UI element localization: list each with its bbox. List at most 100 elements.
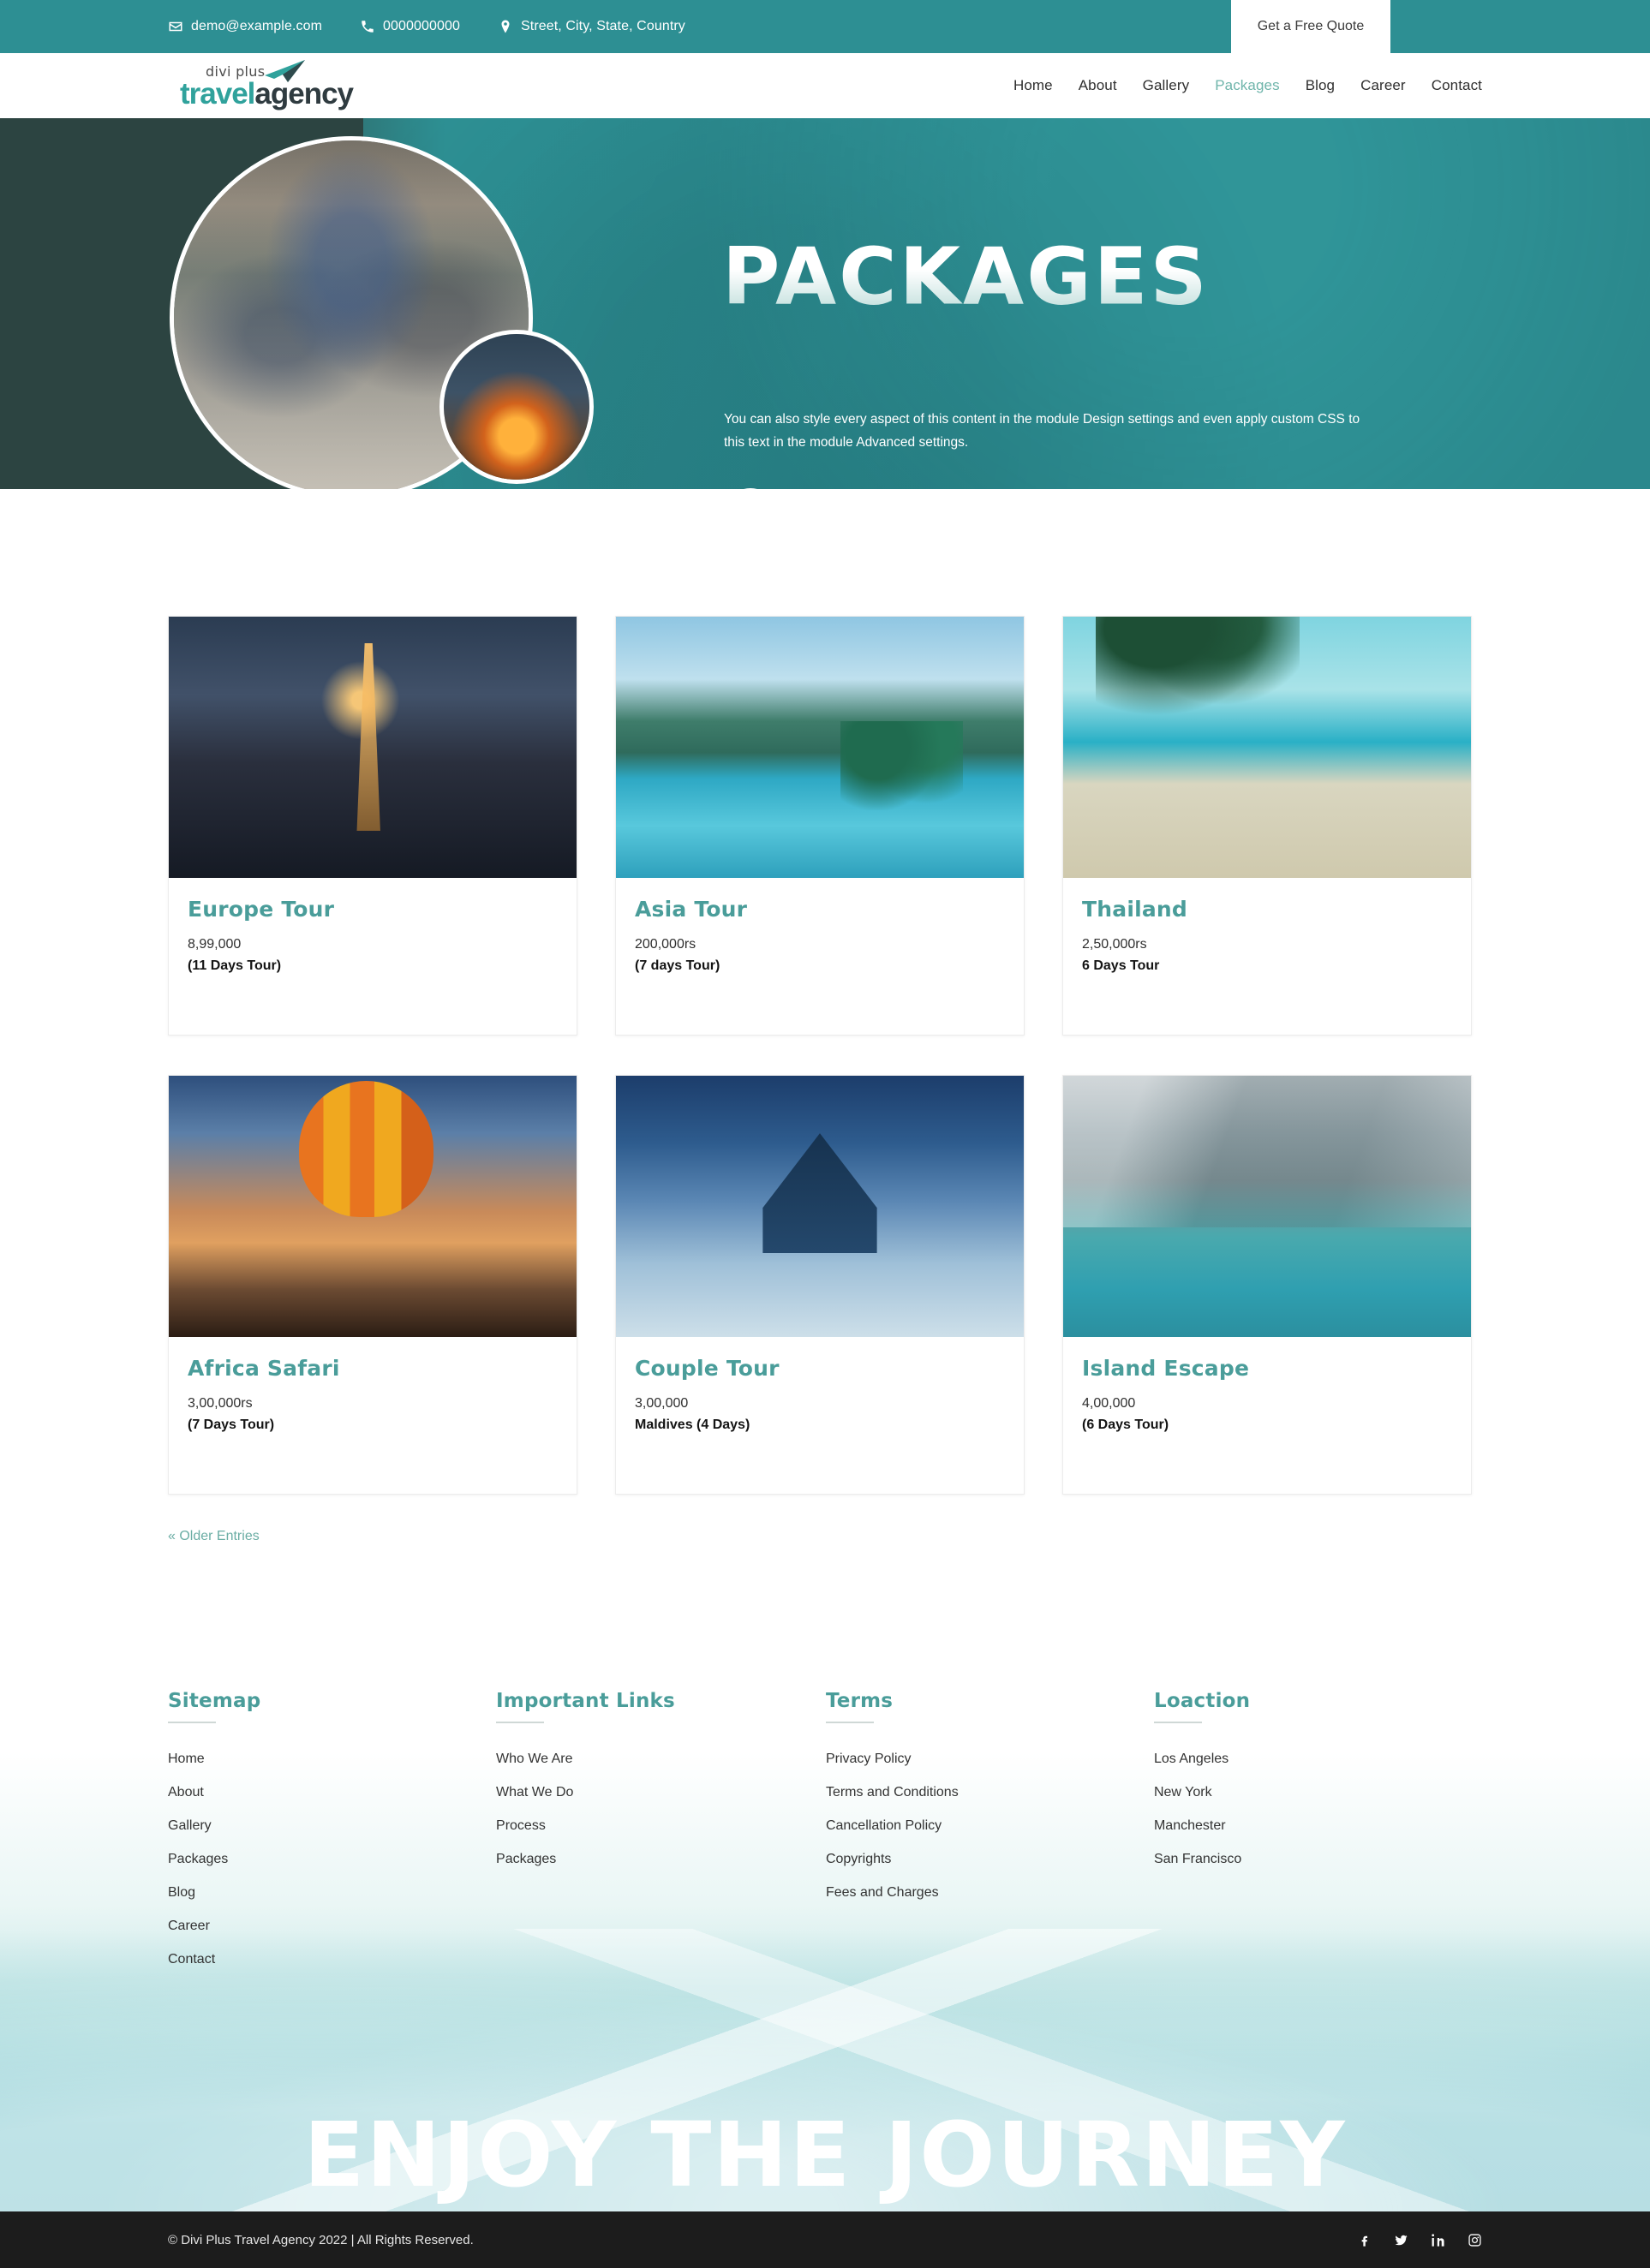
package-title[interactable]: Europe Tour — [188, 897, 558, 922]
package-title[interactable]: Couple Tour — [635, 1356, 1005, 1381]
contact-email-text: demo@example.com — [191, 19, 323, 33]
list-item: Contact — [168, 1952, 496, 1967]
footer-column-location: Loaction Los Angeles New York Manchester… — [1153, 1690, 1482, 1985]
package-duration: (7 days Tour) — [635, 958, 720, 973]
envelope-icon — [168, 19, 183, 34]
package-title[interactable]: Asia Tour — [635, 897, 1005, 922]
facebook-icon[interactable] — [1357, 2233, 1372, 2247]
list-item: Gallery — [168, 1818, 496, 1834]
package-title[interactable]: Thailand — [1082, 897, 1452, 922]
list-item: Packages — [168, 1852, 496, 1867]
package-card[interactable]: Thailand 2,50,000rs 6 Days Tour — [1062, 616, 1472, 1036]
package-price: 8,99,000 — [188, 937, 242, 952]
nav-item-gallery[interactable]: Gallery — [1143, 77, 1190, 94]
package-price: 3,00,000 — [635, 1396, 689, 1411]
page-root: demo@example.com 0000000000 Street, City… — [0, 0, 1650, 2268]
footer-link[interactable]: Blog — [168, 1885, 195, 1900]
footer-link[interactable]: New York — [1154, 1785, 1212, 1799]
contact-phone[interactable]: 0000000000 — [360, 19, 460, 34]
footer-link[interactable]: Packages — [168, 1852, 228, 1866]
footer-link[interactable]: Los Angeles — [1154, 1752, 1229, 1766]
package-image — [1063, 617, 1471, 878]
footer-link[interactable]: Copyrights — [826, 1852, 891, 1866]
instagram-icon[interactable] — [1468, 2233, 1482, 2247]
get-free-quote-button[interactable]: Get a Free Quote — [1231, 0, 1390, 53]
nav-item-contact[interactable]: Contact — [1432, 77, 1482, 94]
footer-link[interactable]: Manchester — [1154, 1818, 1226, 1833]
package-card[interactable]: Couple Tour 3,00,000 Maldives (4 Days) — [615, 1075, 1025, 1495]
list-item: Terms and Conditions — [826, 1785, 1154, 1800]
footer-link[interactable]: Packages — [496, 1852, 556, 1866]
package-card-body: Asia Tour 200,000rs (7 days Tour) — [616, 878, 1024, 1035]
list-item: Process — [496, 1818, 826, 1834]
package-card[interactable]: Asia Tour 200,000rs (7 days Tour) — [615, 616, 1025, 1036]
twitter-icon[interactable] — [1394, 2233, 1408, 2247]
footer-link[interactable]: San Francisco — [1154, 1852, 1241, 1866]
older-entries-link[interactable]: « Older Entries — [168, 1529, 260, 1543]
footer-link[interactable]: Fees and Charges — [826, 1885, 939, 1900]
main-navigation: Home About Gallery Packages Blog Career … — [1013, 77, 1482, 94]
footer-columns: Sitemap Home About Gallery Packages Blog… — [168, 1690, 1482, 1985]
footer-link[interactable]: Contact — [168, 1952, 215, 1967]
list-item: Packages — [496, 1852, 826, 1867]
location-pin-icon — [498, 19, 513, 34]
footer-link[interactable]: Process — [496, 1818, 546, 1833]
social-links — [1357, 2233, 1482, 2247]
footer-link-list: Who We Are What We Do Process Packages — [496, 1752, 826, 1867]
footer-link[interactable]: Privacy Policy — [826, 1752, 912, 1766]
footer-link[interactable]: About — [168, 1785, 204, 1799]
nav-item-blog[interactable]: Blog — [1306, 77, 1335, 94]
package-title[interactable]: Africa Safari — [188, 1356, 558, 1381]
footer-link[interactable]: What We Do — [496, 1785, 573, 1799]
package-price: 200,000rs — [635, 937, 696, 952]
top-contact-bar: demo@example.com 0000000000 Street, City… — [0, 0, 1650, 53]
list-item: Cancellation Policy — [826, 1818, 1154, 1834]
footer-column-sitemap: Sitemap Home About Gallery Packages Blog… — [168, 1690, 496, 1985]
package-card-body: Thailand 2,50,000rs 6 Days Tour — [1063, 878, 1471, 1035]
nav-item-career[interactable]: Career — [1360, 77, 1406, 94]
footer-column-terms: Terms Privacy Policy Terms and Condition… — [825, 1690, 1154, 1985]
footer-link-list: Home About Gallery Packages Blog Career … — [168, 1752, 496, 1967]
package-card-body: Couple Tour 3,00,000 Maldives (4 Days) — [616, 1337, 1024, 1494]
hero-arrow-button[interactable] — [724, 488, 777, 489]
nav-item-home[interactable]: Home — [1013, 77, 1053, 94]
footer-link[interactable]: Cancellation Policy — [826, 1818, 942, 1833]
site-footer: Sitemap Home About Gallery Packages Blog… — [0, 1623, 1650, 2211]
footer-link[interactable]: Terms and Conditions — [826, 1785, 959, 1799]
divider — [168, 1722, 216, 1723]
package-card[interactable]: Europe Tour 8,99,000 (11 Days Tour) — [168, 616, 577, 1036]
hero-banner: PACKAGES You can also style every aspect… — [0, 118, 1650, 489]
logo-word-travel: travel — [180, 77, 255, 110]
footer-link[interactable]: Gallery — [168, 1818, 212, 1833]
package-card-body: Africa Safari 3,00,000rs (7 Days Tour) — [169, 1337, 577, 1494]
site-logo[interactable]: divi plus travelagency — [168, 60, 355, 110]
contact-info-group: demo@example.com 0000000000 Street, City… — [168, 19, 685, 34]
package-duration: (11 Days Tour) — [188, 958, 282, 973]
nav-item-packages[interactable]: Packages — [1215, 77, 1279, 94]
contact-address[interactable]: Street, City, State, Country — [498, 19, 685, 34]
footer-link[interactable]: Career — [168, 1919, 210, 1933]
footer-column-title: Sitemap — [168, 1690, 261, 1712]
footer-link-list: Privacy Policy Terms and Conditions Canc… — [826, 1752, 1154, 1901]
list-item: Who We Are — [496, 1752, 826, 1767]
list-item: What We Do — [496, 1785, 826, 1800]
footer-link[interactable]: Home — [168, 1752, 205, 1766]
footer-column-title: Loaction — [1153, 1690, 1251, 1712]
footer-link[interactable]: Who We Are — [496, 1752, 573, 1766]
packages-section: Europe Tour 8,99,000 (11 Days Tour) Asia… — [0, 489, 1650, 1495]
pagination: « Older Entries — [0, 1495, 1650, 1544]
package-card[interactable]: Island Escape 4,00,000 (6 Days Tour) — [1062, 1075, 1472, 1495]
copyright-text: © Divi Plus Travel Agency 2022 | All Rig… — [168, 2232, 474, 2247]
package-card-body: Island Escape 4,00,000 (6 Days Tour) — [1063, 1337, 1471, 1494]
footer-headline: ENJOY THE JOURNEY — [303, 2110, 1347, 2207]
divider — [1153, 1722, 1202, 1723]
package-card[interactable]: Africa Safari 3,00,000rs (7 Days Tour) — [168, 1075, 577, 1495]
contact-email[interactable]: demo@example.com — [168, 19, 322, 34]
package-image — [1063, 1076, 1471, 1337]
nav-item-about[interactable]: About — [1079, 77, 1117, 94]
package-title[interactable]: Island Escape — [1082, 1356, 1452, 1381]
linkedin-icon[interactable] — [1431, 2233, 1445, 2247]
package-price: 4,00,000 — [1082, 1396, 1136, 1411]
list-item: Career — [168, 1919, 496, 1934]
list-item: Manchester — [1154, 1818, 1482, 1834]
